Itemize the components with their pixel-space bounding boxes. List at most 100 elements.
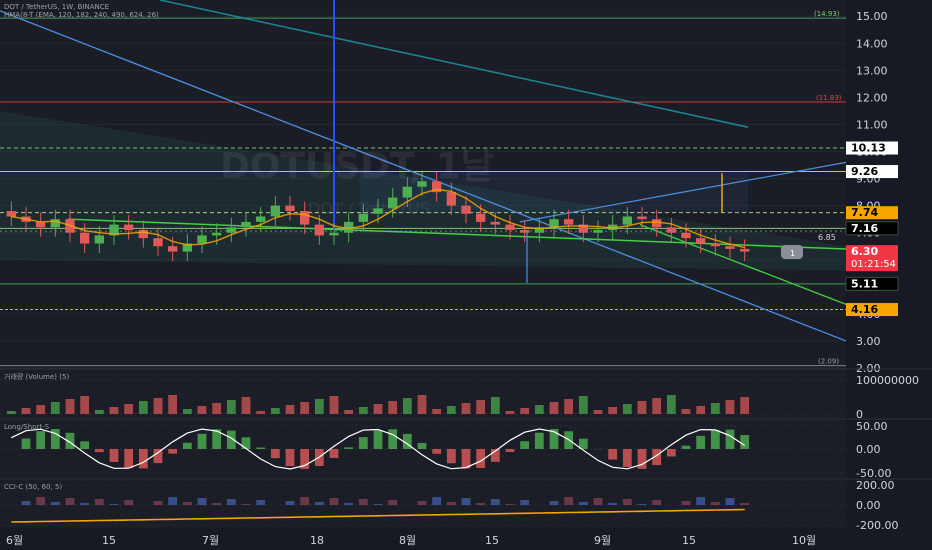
volume-bar [666,395,676,414]
cci-bar [50,502,60,505]
volume-bar [446,406,456,414]
cci-bar [696,497,706,505]
cci-bar [476,503,486,505]
volume-bar [153,398,163,414]
volume-bar [710,403,720,414]
cci-bar [314,502,324,505]
legend-line-2: HMA(8-T (EMA, 120, 182, 240, 490, 624, 2… [4,11,159,19]
candle-body [50,219,61,228]
cci-bar [564,497,574,505]
volume-bar [725,400,735,414]
range-box [359,171,749,213]
volume-bar [402,398,412,414]
volume-bar [138,401,148,414]
volume-bar [197,406,207,414]
osc-bar [373,430,383,449]
time-tick-label: 7월 [202,534,219,547]
candle-body [387,197,398,209]
cci-bar [578,502,588,505]
time-tick-label: 8월 [399,534,416,547]
candle-body [563,219,574,225]
cci-bar [80,503,90,505]
candle-body [373,208,383,214]
volume-bar [80,396,90,414]
osc-bar [417,442,427,449]
volume-bar [109,407,119,414]
price-label-text: 5.11 [851,277,878,290]
cci-bar [520,500,530,505]
cci-bar [182,502,192,505]
volume-bar [681,409,691,414]
osc-bar [241,437,251,449]
pane-tick-cci: 0.00 [856,499,881,512]
volume-bar [270,408,280,414]
osc-bar [138,449,148,469]
candle-body [255,216,266,222]
cci-bar [36,497,46,505]
volume-bar [344,410,354,414]
price-label-text: 7.74 [851,206,878,219]
volume-bar [608,407,618,414]
volume-bar [740,397,750,414]
cci-bar [285,501,295,505]
price-tick-label: 12.00 [856,91,888,104]
price-label-text: 9.26 [851,165,878,178]
cci-bar [153,501,163,505]
volume-bar [476,400,486,414]
candle-body [167,246,178,252]
osc-bar [520,441,530,449]
cci-bar [94,499,104,505]
chart-window: DOTUSDT, 1날 DOT / TetherUS DOT / TetherUS,… [0,0,932,550]
pane-title-cci: CCI-C (50, 60, 5) [4,483,62,491]
volume-bar [256,411,266,414]
volume-bar [124,404,134,414]
price-label-text: 4.16 [851,303,878,316]
osc-bar [696,435,706,449]
candle-body [6,211,17,217]
candle-body [637,216,647,220]
volume-bar [417,395,427,414]
osc-bar [270,449,280,459]
osc-bar [388,429,398,449]
pane-tick-long_short: 0.00 [856,443,881,456]
volume-bar [94,410,104,414]
candle-body [549,219,559,228]
volume-bar [490,397,500,414]
candle-body [681,232,691,239]
time-tick-label: 6월 [6,534,23,547]
candle-body [314,224,325,236]
osc-bar [80,441,90,449]
cci-bar [21,501,31,505]
volume-bar [432,409,442,414]
osc-bar [153,449,163,464]
osc-bar [622,449,632,467]
candle-body [299,211,310,225]
candle-body [593,230,603,233]
candle-body [197,235,207,244]
pane-tick-cci: 200.00 [856,479,895,492]
candle-body [695,238,706,244]
candle-body [270,205,281,217]
volume-bar [373,404,383,414]
candle-body [666,227,677,233]
volume-bar [549,402,559,414]
volume-bar [593,410,603,414]
osc-bar [329,449,339,458]
time-tick-label: 15 [102,534,116,547]
volume-bar [168,395,178,414]
volume-bar [388,401,398,414]
candle-body [153,238,163,247]
osc-bar [681,445,691,449]
osc-bar [344,447,354,449]
cci-bar [490,499,500,505]
osc-bar [666,449,676,457]
candle-body [94,235,105,244]
cci-bar [505,504,515,505]
candle-body [505,224,515,230]
candle-body [461,205,471,214]
osc-bar [446,449,456,464]
price-label-text: 7.16 [851,222,878,235]
cci-bar [344,503,354,505]
chart-canvas[interactable]: DOTUSDT, 1날DOT / TetherUSDOT / TetherUS,… [0,0,932,550]
candle-body [226,227,237,233]
